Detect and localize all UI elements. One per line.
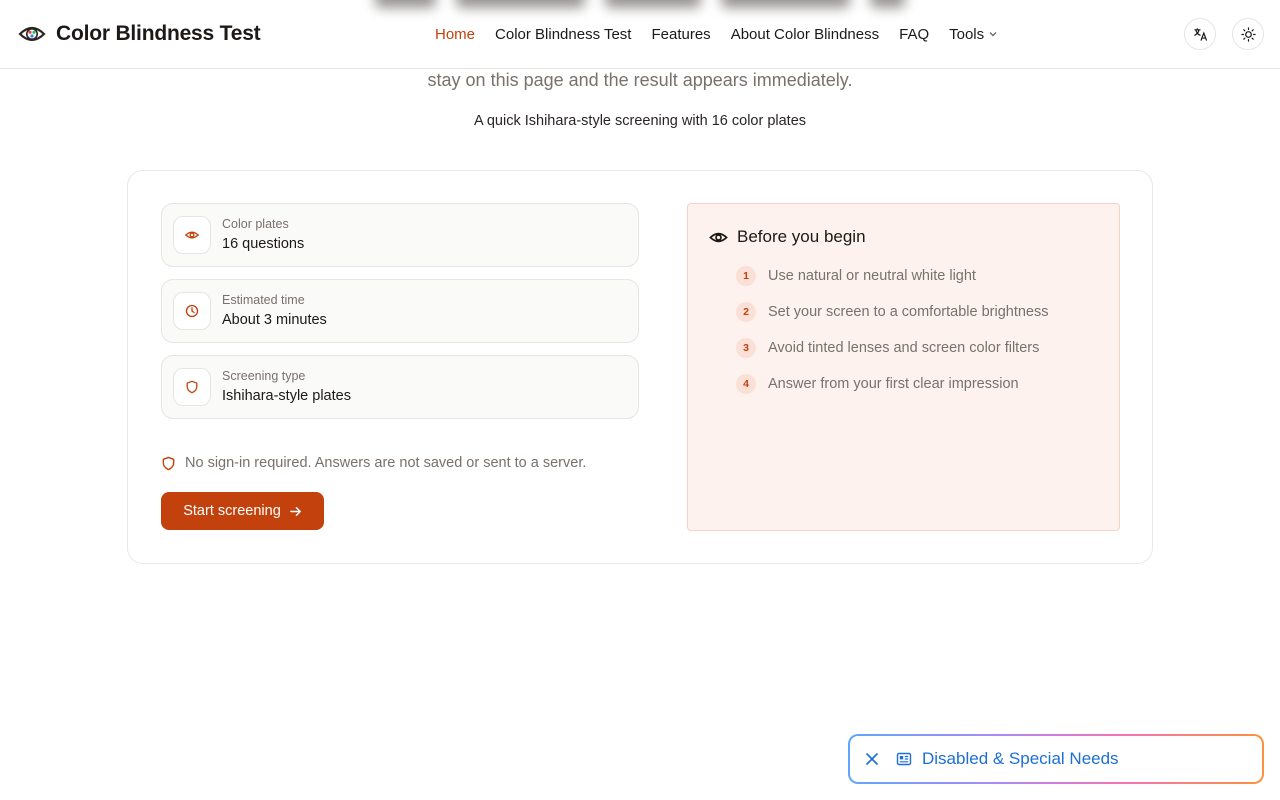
step-number: 1 (736, 266, 756, 286)
list-item: 1 Use natural or neutral white light (736, 266, 1048, 286)
step-text: Set your screen to a comfortable brightn… (768, 304, 1049, 320)
brand-name: Color Blindness Test (56, 22, 261, 45)
disabled-special-needs-link[interactable]: Disabled & Special Needs (922, 749, 1119, 769)
list-item: 2 Set your screen to a comfortable brigh… (736, 302, 1048, 322)
info-value: Ishihara-style plates (222, 388, 351, 404)
info-icon-box (173, 216, 211, 254)
list-item: 4 Answer from your first clear impressio… (736, 374, 1048, 394)
info-icon-box (173, 368, 211, 406)
chevron-down-icon (989, 32, 997, 37)
eye-icon (709, 232, 728, 242)
document-icon (896, 750, 914, 768)
privacy-text: No sign-in required. Answers are not sav… (185, 455, 587, 471)
start-screening-button[interactable]: Start screening (161, 492, 324, 530)
before-you-begin-panel: Before you begin 1 Use natural or neutra… (687, 203, 1120, 531)
before-you-begin-heading: Before you begin (709, 226, 866, 248)
privacy-note: No sign-in required. Answers are not sav… (161, 453, 586, 473)
info-label: Estimated time (222, 293, 305, 307)
translate-icon (1193, 27, 1207, 41)
intro-text: stay on this page and the result appears… (427, 70, 853, 90)
info-color-plates: Color plates 16 questions (161, 203, 639, 267)
nav-item-faq[interactable]: FAQ (899, 26, 929, 43)
close-button[interactable] (862, 749, 882, 769)
theme-toggle-button[interactable] (1232, 18, 1264, 50)
list-item: 3 Avoid tinted lenses and screen color f… (736, 338, 1048, 358)
step-text: Use natural or neutral white light (768, 268, 976, 284)
shield-icon (162, 456, 175, 470)
info-label: Screening type (222, 369, 306, 383)
step-number: 3 (736, 338, 756, 358)
start-screening-label: Start screening (183, 503, 281, 519)
info-label: Color plates (222, 217, 289, 231)
before-you-begin-title: Before you begin (737, 227, 866, 246)
info-value: About 3 minutes (222, 312, 327, 328)
shield-icon (186, 380, 198, 394)
scrolled-content-ghost (375, 0, 905, 12)
eye-palette-logo-icon (18, 26, 46, 42)
close-icon (866, 753, 878, 765)
nav-item-features[interactable]: Features (651, 26, 710, 43)
step-text: Answer from your first clear impression (768, 376, 1019, 392)
nav-item-tools[interactable]: Tools (949, 26, 998, 43)
info-icon-box (173, 292, 211, 330)
nav-item-home[interactable]: Home (435, 26, 475, 43)
info-value: 16 questions (222, 236, 305, 252)
eye-icon (185, 231, 199, 239)
info-estimated-time: Estimated time About 3 minutes (161, 279, 639, 343)
site-header: Color Blindness Test Home Color Blindnes… (0, 0, 1280, 69)
step-number: 2 (736, 302, 756, 322)
step-text: Avoid tinted lenses and screen color fil… (768, 340, 1040, 356)
screening-card: Color plates 16 questions Estimated time… (127, 170, 1153, 564)
intro-subtitle: A quick Ishihara-style screening with 16… (473, 113, 807, 129)
nav-item-tools-label: Tools (949, 25, 985, 43)
arrow-right-icon (289, 506, 301, 516)
step-number: 4 (736, 374, 756, 394)
sun-icon (1240, 26, 1256, 42)
preparation-steps: 1 Use natural or neutral white light 2 S… (736, 266, 1048, 410)
info-screening-type: Screening type Ishihara-style plates (161, 355, 639, 419)
main-nav: Home Color Blindness Test Features About… (435, 24, 998, 44)
language-button[interactable] (1184, 18, 1216, 50)
brand-logo-link[interactable]: Color Blindness Test (18, 20, 261, 48)
nav-item-color-blindness-test[interactable]: Color Blindness Test (495, 26, 631, 43)
nav-item-about-color-blindness[interactable]: About Color Blindness (731, 26, 879, 43)
accessibility-banner-inner: Disabled & Special Needs (850, 736, 1262, 782)
clock-icon (185, 304, 199, 318)
accessibility-banner: Disabled & Special Needs (848, 734, 1264, 784)
